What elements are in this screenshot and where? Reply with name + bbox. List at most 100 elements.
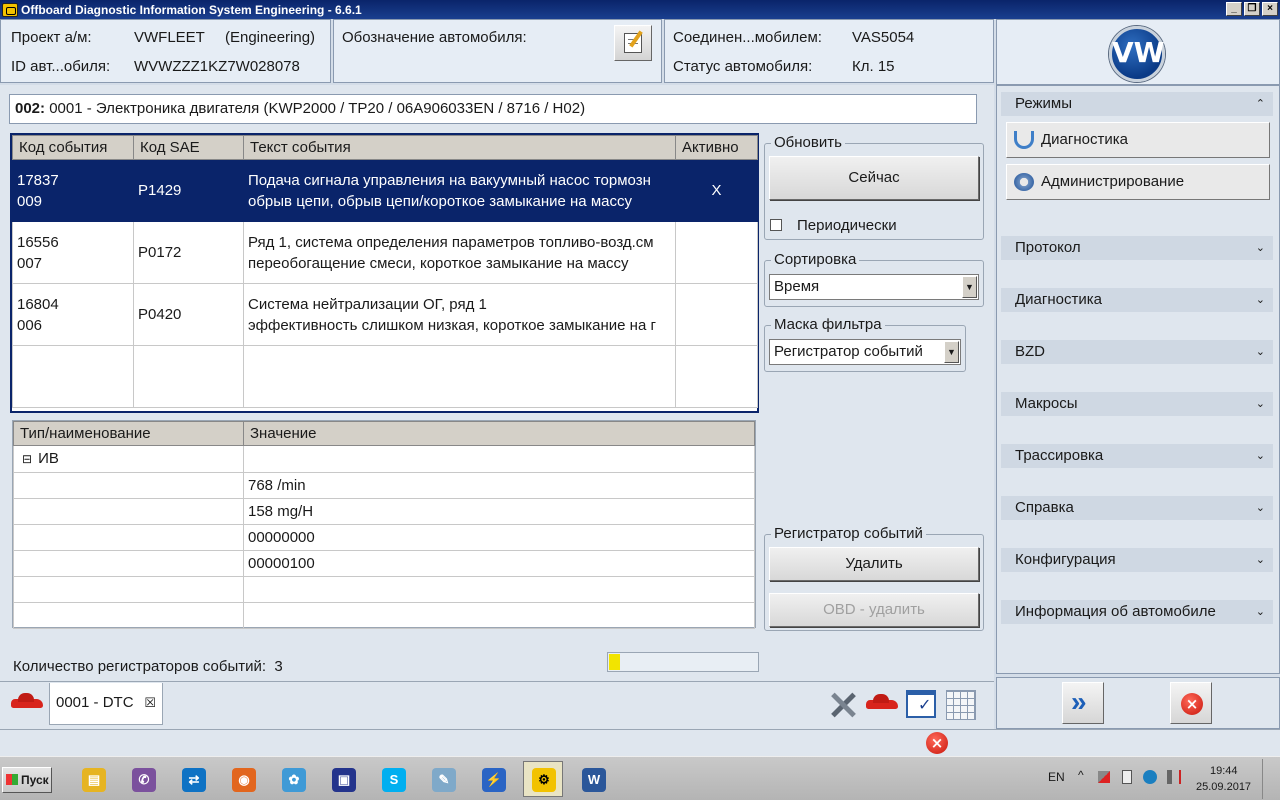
column-sae-code[interactable]: Код SAE — [133, 135, 244, 160]
event-logger-group-title: Регистратор событий — [771, 525, 926, 542]
event-code-cell: 17837 009 — [12, 159, 134, 222]
event-row-3[interactable]: 16804 006 P0420 Система нейтрализации ОГ,… — [12, 283, 758, 346]
taskbar-app-teamviewer[interactable]: ⇄ — [173, 761, 213, 797]
word-icon: W — [582, 768, 606, 792]
taskbar-app-save[interactable]: ▣ — [323, 761, 363, 797]
tab-dtc-label: 0001 - DTC — [56, 694, 134, 711]
chevron-down-icon: ⌄ — [1255, 346, 1265, 358]
sidebar-item-label: Трассировка — [1015, 447, 1104, 464]
obd-delete-button[interactable]: OBD - удалить — [769, 593, 979, 627]
taskbar-app-notepad[interactable]: ✎ — [423, 761, 463, 797]
sort-select[interactable]: Время ▼ — [769, 274, 979, 300]
tray-expand-icon[interactable]: ^ — [1078, 768, 1084, 782]
taskbar-app-skype[interactable]: S — [373, 761, 413, 797]
sync-icon[interactable] — [1143, 770, 1157, 784]
event-row-1[interactable]: 17837 009 P1429 Подача сигнала управления… — [12, 159, 758, 222]
taskbar-app-firefox[interactable]: ◉ — [223, 761, 263, 797]
sae-code-cell: P0420 — [133, 283, 244, 346]
sidebar-item-tracing[interactable]: Трассировка ⌄ — [1001, 444, 1273, 468]
main-content: 002: 0001 - Электроника двигателя (KWP20… — [0, 85, 994, 681]
taskbar-app-viber[interactable]: ✆ — [123, 761, 163, 797]
mode-diagnostics[interactable]: Диагностика — [1006, 122, 1270, 158]
sidebar-item-macros[interactable]: Макросы ⌄ — [1001, 392, 1273, 416]
show-desktop-button[interactable] — [1262, 759, 1278, 799]
clock-time[interactable]: 19:44 — [1210, 765, 1238, 777]
viber-icon: ✆ — [132, 768, 156, 792]
chevron-down-icon[interactable]: ▼ — [944, 341, 959, 363]
start-label: Пуск — [21, 773, 49, 787]
column-event-code[interactable]: Код события — [12, 135, 134, 160]
progress-fill — [609, 654, 620, 670]
sidebar-item-configuration[interactable]: Конфигурация ⌄ — [1001, 548, 1273, 572]
event-details-table: Тип/наименование Значение ⊟ ИВ 768 /min 1… — [12, 420, 756, 629]
event-text-cell: Ряд 1, система определения параметров то… — [243, 221, 676, 284]
details-value-row: 768 /min — [13, 472, 755, 499]
gear-icon — [1014, 173, 1034, 191]
project-value: VWFLEET — [134, 29, 205, 46]
column-event-text[interactable]: Текст события — [243, 135, 676, 160]
taskbar-app-explorer[interactable]: ▤ — [73, 761, 113, 797]
checklist-window-icon[interactable]: ✓ — [906, 690, 936, 718]
sidebar-item-diagnostics[interactable]: Диагностика ⌄ — [1001, 288, 1273, 312]
network-icon[interactable] — [1098, 771, 1110, 783]
column-active[interactable]: Активно — [675, 135, 758, 160]
event-logger-group: Регистратор событий Удалить OBD - удалит… — [764, 525, 984, 631]
refresh-group: Обновить Сейчас Периодически — [764, 134, 984, 240]
designation-label: Обозначение автомобиля: — [342, 29, 527, 46]
chevron-down-icon: ⌄ — [1255, 450, 1265, 462]
clock-date[interactable]: 25.09.2017 — [1196, 781, 1251, 793]
start-button[interactable]: Пуск — [2, 767, 52, 793]
modes-header[interactable]: Режимы ⌃ — [1001, 92, 1273, 116]
details-value: 00000100 — [243, 550, 755, 577]
flash-icon: ⚡ — [482, 768, 506, 792]
volume-icon[interactable] — [1167, 770, 1181, 784]
mode-administration[interactable]: Администрирование — [1006, 164, 1270, 200]
sidebar-item-label: Справка — [1015, 499, 1074, 516]
close-tab-icon[interactable]: ☒ — [144, 683, 156, 723]
delete-button[interactable]: Удалить — [769, 547, 979, 581]
cancel-button[interactable]: × — [1170, 682, 1212, 724]
mode-administration-label: Администрирование — [1041, 173, 1185, 190]
car-icon[interactable] — [11, 693, 43, 711]
restore-button[interactable]: ❐ — [1244, 2, 1260, 16]
tools-icon[interactable] — [828, 690, 858, 720]
project-panel: Проект а/м: VWFLEET (Engineering) ID авт… — [0, 19, 331, 83]
filter-mask-select[interactable]: Регистратор событий ▼ — [769, 339, 961, 365]
sidebar-item-help[interactable]: Справка ⌄ — [1001, 496, 1273, 520]
tab-dtc[interactable]: 0001 - DTC ☒ — [49, 683, 163, 725]
grid-view-icon[interactable] — [946, 690, 976, 720]
sidebar-item-bzd[interactable]: BZD ⌄ — [1001, 340, 1273, 364]
event-row-2[interactable]: 16556 007 P0172 Ряд 1, система определени… — [12, 221, 758, 284]
notepad-icon: ✎ — [432, 768, 456, 792]
edit-designation-button[interactable] — [614, 25, 652, 61]
sae-code-cell: P0172 — [133, 221, 244, 284]
forward-button[interactable]: » — [1062, 682, 1104, 724]
details-group-label: ИВ — [38, 450, 59, 467]
details-value: 768 /min — [243, 472, 755, 499]
window-title: Offboard Diagnostic Information System E… — [21, 2, 362, 17]
close-window-button[interactable]: × — [1262, 2, 1278, 16]
brand-panel: VW — [996, 19, 1280, 85]
periodic-checkbox[interactable] — [770, 219, 782, 231]
refresh-now-button[interactable]: Сейчас — [769, 156, 979, 200]
language-indicator[interactable]: EN — [1048, 770, 1065, 784]
taskbar-app-network[interactable]: ✿ — [273, 761, 313, 797]
sidebar-item-protocol[interactable]: Протокол ⌄ — [1001, 236, 1273, 260]
taskbar-app-flash[interactable]: ⚡ — [473, 761, 513, 797]
taskbar-app-odis[interactable]: ⚙ — [523, 761, 563, 797]
firefox-icon: ◉ — [232, 768, 256, 792]
minimize-button[interactable]: _ — [1226, 2, 1242, 16]
chevron-down-icon[interactable]: ▼ — [962, 276, 977, 298]
ecu-address: 002: — [15, 100, 46, 117]
details-group-row[interactable]: ⊟ ИВ — [13, 445, 755, 473]
collapse-toggle-icon[interactable]: ⊟ — [22, 452, 32, 466]
device-icon[interactable] — [1122, 770, 1132, 784]
column-type-name[interactable]: Тип/наименование — [13, 421, 244, 446]
taskbar-app-word[interactable]: W — [573, 761, 613, 797]
sidebar-item-vehicle-info[interactable]: Информация об автомобиле ⌄ — [1001, 600, 1273, 624]
windows-flag-icon — [6, 774, 18, 785]
error-icon[interactable]: × — [926, 732, 948, 754]
vehicle-icon[interactable] — [866, 694, 898, 712]
column-value[interactable]: Значение — [243, 421, 755, 446]
vin-label: ID авт...обиля: — [11, 58, 111, 75]
